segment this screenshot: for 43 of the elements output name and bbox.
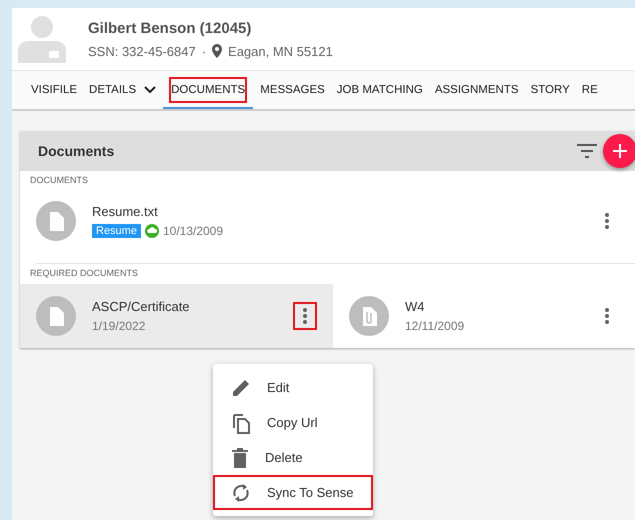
card-title: Documents <box>38 143 116 159</box>
plus-icon <box>613 144 627 158</box>
tab[interactable]: STORY <box>526 71 575 109</box>
section-heading: DOCUMENTS <box>29 174 89 185</box>
tab[interactable]: ASSIGNMENTS <box>430 71 524 109</box>
trash-icon <box>231 448 249 468</box>
pencil-icon <box>231 378 251 398</box>
separator-dot: · <box>202 44 206 58</box>
tab[interactable]: VISIFILE <box>26 71 82 109</box>
document-name: ASCP/Certificate <box>92 299 191 314</box>
menu-item[interactable]: Delete <box>213 440 373 475</box>
tab[interactable]: MESSAGES <box>255 71 330 109</box>
add-button[interactable] <box>603 134 635 168</box>
attachment-file-icon <box>349 296 389 336</box>
sync-icon <box>231 482 251 502</box>
copy-icon <box>231 412 251 434</box>
filter-icon[interactable] <box>577 144 597 158</box>
candidate-name: Gilbert Benson (12045) <box>88 20 252 36</box>
document-date: 12/11/2009 <box>405 319 466 333</box>
tab[interactable]: DOCUMENTS <box>163 71 254 109</box>
document-name: Resume.txt <box>92 204 159 219</box>
document-name: W4 <box>405 299 426 314</box>
file-icon <box>36 296 76 336</box>
menu-item[interactable]: Sync To Sense <box>213 475 373 510</box>
document-date: 10/13/2009 <box>162 224 224 238</box>
document-item[interactable]: ASCP/Certificate 1/19/2022 <box>20 284 333 348</box>
file-icon <box>36 201 76 241</box>
location-pin-icon <box>212 44 222 58</box>
document-item[interactable]: W4 12/11/2009 <box>333 284 635 348</box>
kebab-icon <box>605 308 609 324</box>
ssn-text: SSN: 332-45-6847 <box>88 44 196 58</box>
kebab-icon <box>605 213 609 229</box>
kebab-icon <box>303 308 307 324</box>
document-tag: Resume <box>92 224 141 238</box>
location-text: Eagan, MN 55121 <box>228 44 333 58</box>
section-heading: REQUIRED DOCUMENTS <box>29 267 140 278</box>
tab[interactable]: JOB MATCHING <box>332 71 428 109</box>
menu-item[interactable]: Edit <box>213 370 373 405</box>
tab[interactable]: RE <box>576 71 603 109</box>
tab[interactable]: DETAILS <box>84 71 162 109</box>
more-button[interactable] <box>293 302 317 330</box>
document-date: 1/19/2022 <box>92 319 146 333</box>
menu-item[interactable]: Copy Url <box>213 405 373 440</box>
